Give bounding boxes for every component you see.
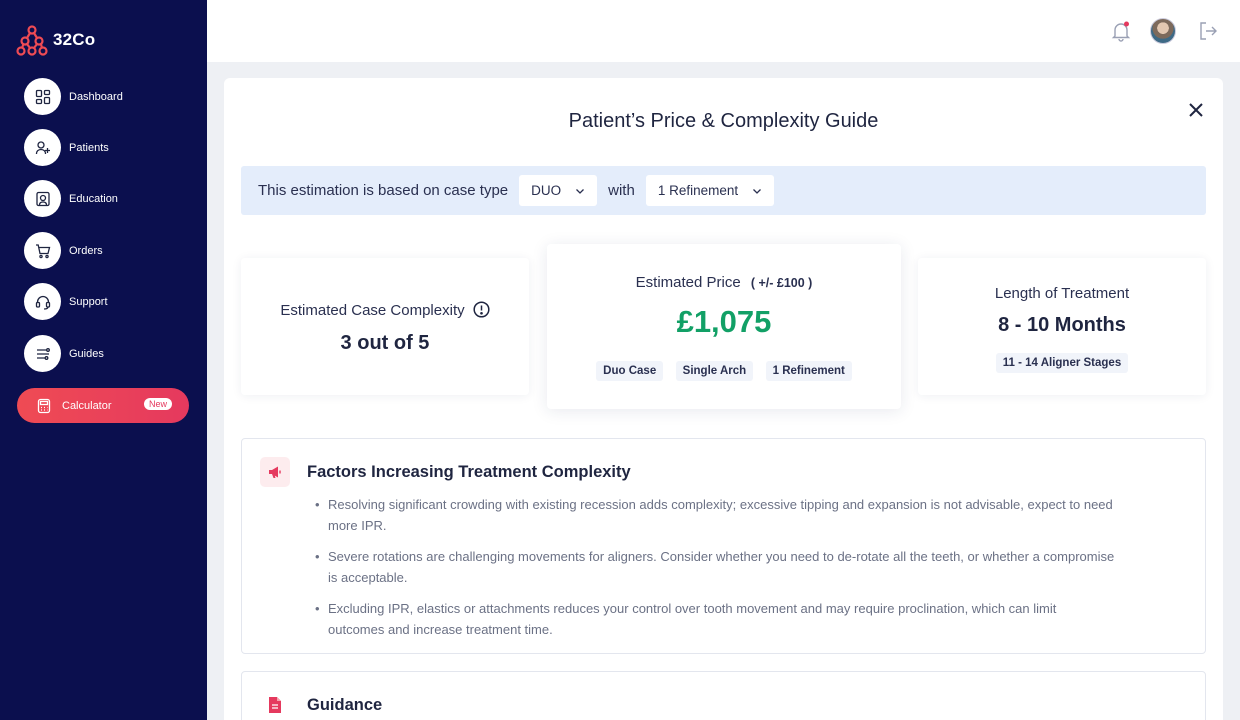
price-card: Estimated Price ( +/- £100 ) £1,075 Duo … <box>547 244 901 409</box>
list-item: Resolving significant crowding with exis… <box>315 494 1115 536</box>
sidebar-item-label: Orders <box>69 244 103 257</box>
tag-case: Duo Case <box>596 361 664 381</box>
sidebar-item-orders[interactable]: Orders <box>24 232 103 269</box>
sidebar: 32Co Dashboard Patients Education Orders… <box>0 0 207 720</box>
sidebar-item-patients[interactable]: Patients <box>24 129 109 166</box>
education-icon <box>24 180 61 217</box>
estimation-prefix: This estimation is based on case type <box>258 182 509 199</box>
megaphone-icon <box>260 457 290 487</box>
price-label-row: Estimated Price ( +/- £100 ) <box>547 274 901 291</box>
topbar <box>207 0 1240 62</box>
tag-refinement: 1 Refinement <box>765 361 852 381</box>
bell-icon[interactable] <box>1110 20 1132 42</box>
price-tags: Duo Case Single Arch 1 Refinement <box>547 361 901 381</box>
sidebar-item-label: Patients <box>69 141 109 154</box>
tag-arch: Single Arch <box>675 361 754 381</box>
refinement-value: 1 Refinement <box>657 183 739 198</box>
sidebar-item-guides[interactable]: Guides <box>24 335 104 372</box>
sidebar-item-label: Dashboard <box>69 90 123 103</box>
factors-title: Factors Increasing Treatment Complexity <box>307 463 631 481</box>
dashboard-icon <box>24 78 61 115</box>
close-icon[interactable] <box>1187 101 1205 119</box>
avatar[interactable] <box>1150 18 1176 44</box>
price-complexity-modal: Patient’s Price & Complexity Guide This … <box>224 78 1223 720</box>
complexity-label: Estimated Case Complexity <box>280 302 465 319</box>
molecule-logo-icon <box>16 25 48 56</box>
info-icon[interactable] <box>473 301 490 318</box>
complexity-card: Estimated Case Complexity 3 out of 5 <box>241 258 529 395</box>
headset-icon <box>24 283 61 320</box>
guidance-title: Guidance <box>307 696 383 714</box>
sidebar-item-label: Education <box>69 192 118 205</box>
factors-list: Resolving significant crowding with exis… <box>315 494 1115 650</box>
sidebar-item-dashboard[interactable]: Dashboard <box>24 78 123 115</box>
complexity-value: 3 out of 5 <box>340 332 430 354</box>
guidance-section: Guidance <box>241 671 1206 720</box>
estimation-connector: with <box>608 182 635 199</box>
modal-title: Patient’s Price & Complexity Guide <box>568 110 879 132</box>
length-label: Length of Treatment <box>994 285 1130 302</box>
treatment-length-card: Length of Treatment 8 - 10 Months 11 - 1… <box>918 258 1206 395</box>
logout-icon[interactable] <box>1197 20 1219 42</box>
price-value: £1,075 <box>676 304 772 339</box>
patients-icon <box>24 129 61 166</box>
brand[interactable]: 32Co <box>16 24 95 56</box>
price-label: Estimated Price <box>635 274 741 291</box>
chevron-down-icon <box>753 188 762 194</box>
brand-name: 32Co <box>53 30 96 49</box>
length-tags: 11 - 14 Aligner Stages <box>918 353 1206 373</box>
list-item: Excluding IPR, elastics or attachments r… <box>315 598 1115 640</box>
case-type-value: DUO <box>531 183 562 198</box>
tag-aligner-stages: 11 - 14 Aligner Stages <box>995 353 1129 373</box>
calculator-label: Calculator <box>62 399 112 412</box>
complexity-label-row: Estimated Case Complexity <box>241 301 529 319</box>
sidebar-item-calculator[interactable]: Calculator New <box>17 388 189 423</box>
sidebar-item-label: Support <box>69 295 108 308</box>
refinement-select[interactable]: 1 Refinement <box>645 175 775 206</box>
factors-section: Factors Increasing Treatment Complexity … <box>241 438 1206 654</box>
calculator-icon <box>36 398 52 414</box>
guides-icon <box>24 335 61 372</box>
sidebar-item-support[interactable]: Support <box>24 283 108 320</box>
estimation-bar: This estimation is based on case type DU… <box>241 166 1206 215</box>
length-value: 8 - 10 Months <box>998 314 1126 336</box>
new-badge: New <box>143 398 172 410</box>
price-range-note: ( +/- £100 ) <box>750 276 813 290</box>
list-item: Severe rotations are challenging movemen… <box>315 546 1115 588</box>
sidebar-item-label: Guides <box>69 347 104 360</box>
chevron-down-icon <box>576 188 585 194</box>
sidebar-item-education[interactable]: Education <box>24 180 118 217</box>
case-type-select[interactable]: DUO <box>519 175 598 206</box>
cart-icon <box>24 232 61 269</box>
document-icon <box>260 690 290 720</box>
